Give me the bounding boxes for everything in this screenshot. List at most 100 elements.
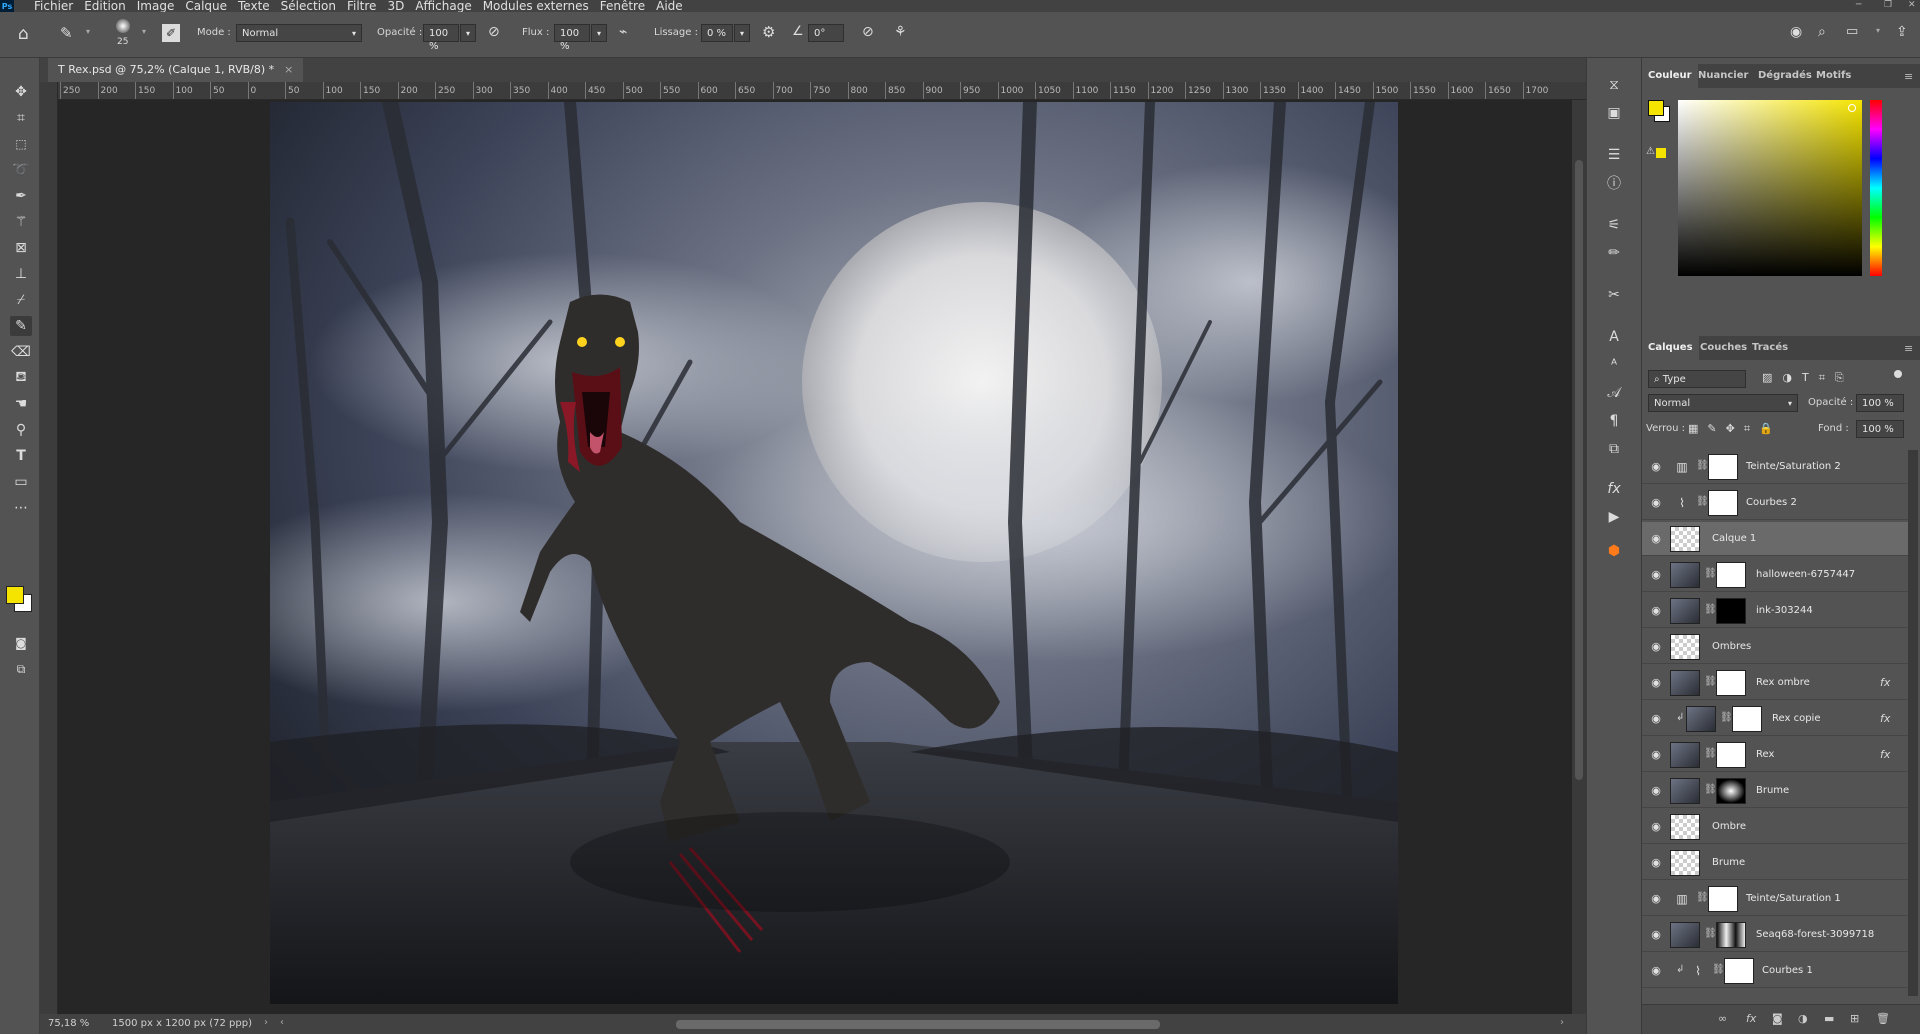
adjustments-icon[interactable]: ☰	[1603, 144, 1625, 166]
folder-icon[interactable]: ▬	[1824, 1012, 1834, 1025]
play-icon[interactable]: ▶	[1603, 506, 1625, 528]
visibility-eye-icon[interactable]: ◉	[1649, 604, 1663, 618]
mask-thumbnail[interactable]	[1732, 706, 1762, 732]
layer-thumbnail[interactable]	[1686, 706, 1716, 732]
layer-thumbnail[interactable]	[1670, 670, 1700, 696]
menu-aide[interactable]: Aide	[656, 0, 683, 12]
tool-presets-icon[interactable]: ✂	[1603, 284, 1625, 306]
layer-row[interactable]: ◉ ↲ ⌇ ⛓ Courbes 1	[1642, 954, 1908, 988]
zoom-level[interactable]: 75,18 %	[48, 1018, 89, 1029]
chevron-down-icon[interactable]: ▾	[460, 24, 476, 42]
document-canvas[interactable]	[270, 102, 1398, 1004]
layer-filter-icons[interactable]: ▨◑T⌗⎘	[1762, 371, 1854, 385]
visibility-eye-icon[interactable]: ◉	[1649, 784, 1663, 798]
close-icon[interactable]: ✕	[1908, 0, 1916, 10]
tab-couleur[interactable]: Couleur	[1642, 64, 1698, 88]
layer-row[interactable]: ◉ Ombres	[1642, 630, 1908, 664]
link-icon[interactable]: ⛓	[1720, 712, 1733, 723]
visibility-eye-icon[interactable]: ◉	[1649, 964, 1663, 978]
adjustment-layer-icon[interactable]: ◑	[1798, 1012, 1808, 1025]
layer-name[interactable]: Courbes 2	[1746, 486, 1797, 520]
visibility-eye-icon[interactable]: ◉	[1649, 568, 1663, 582]
chevron-down-icon[interactable]: ▾	[734, 24, 750, 42]
chevron-down-icon[interactable]: ▾	[591, 24, 607, 42]
visibility-eye-icon[interactable]: ◉	[1649, 460, 1663, 474]
scrollbar-thumb[interactable]	[1575, 160, 1583, 780]
layer-row[interactable]: ◉ Ombre	[1642, 810, 1908, 844]
color-picker-marker[interactable]	[1848, 104, 1856, 112]
mask-thumbnail[interactable]	[1716, 742, 1746, 768]
hue-slider[interactable]	[1870, 100, 1882, 276]
link-icon[interactable]: ⛓	[1704, 928, 1717, 939]
panel-menu-icon[interactable]: ≡	[1904, 70, 1913, 83]
link-icon[interactable]: ⛓	[1704, 748, 1717, 759]
layer-fx-badge[interactable]: fx	[1880, 702, 1890, 736]
document-tab[interactable]: T Rex.psd @ 75,2% (Calque 1, RVB/8) * ×	[48, 58, 304, 82]
layer-thumbnail[interactable]	[1670, 742, 1700, 768]
layer-name[interactable]: Ombres	[1712, 630, 1751, 664]
close-tab-icon[interactable]: ×	[284, 63, 293, 76]
tab-calques[interactable]: Calques	[1642, 336, 1699, 360]
layer-thumbnail[interactable]	[1670, 598, 1700, 624]
paragraph-styles-icon[interactable]: ⧉	[1603, 438, 1625, 460]
character-icon[interactable]: A	[1603, 326, 1625, 348]
gear-icon[interactable]: ⚙	[762, 23, 775, 41]
layer-row[interactable]: ◉ ▥ ⛓ Teinte/Saturation 2	[1642, 450, 1908, 484]
trash-icon[interactable]: 🗑	[1876, 1012, 1890, 1025]
fx-icon[interactable]: fx	[1746, 1012, 1756, 1025]
eyedropper-icon[interactable]: ⌿	[10, 290, 32, 310]
mask-thumbnail[interactable]	[1708, 490, 1738, 516]
horizontal-scrollbar-thumb[interactable]	[676, 1020, 1160, 1029]
brush-preset-icon[interactable]: ✎	[60, 24, 73, 42]
chevron-left-icon[interactable]: ‹	[280, 1017, 284, 1028]
glyphs-icon[interactable]: 𝒜	[1603, 382, 1625, 404]
menu-modules-externes[interactable]: Modules externes	[483, 0, 589, 12]
tab-degrades[interactable]: Dégradés	[1752, 64, 1818, 88]
layer-thumbnail[interactable]	[1670, 526, 1700, 552]
menu-affichage[interactable]: Affichage	[415, 0, 471, 12]
color-field[interactable]	[1678, 100, 1862, 276]
link-icon[interactable]: ⛓	[1696, 892, 1709, 903]
character-styles-icon[interactable]: ᴬ	[1603, 354, 1625, 376]
mask-thumbnail[interactable]	[1716, 670, 1746, 696]
mask-thumbnail[interactable]	[1708, 454, 1738, 480]
layer-fx-badge[interactable]: fx	[1880, 738, 1890, 772]
magic-wand-icon[interactable]: ⚚	[10, 212, 32, 232]
menu-3d[interactable]: 3D	[387, 0, 404, 12]
gamut-swatch[interactable]	[1656, 148, 1666, 158]
menu-selection[interactable]: Sélection	[281, 0, 336, 12]
blend-mode-select[interactable]: Normal ▾	[1648, 394, 1798, 412]
angle-field[interactable]: 0°	[808, 24, 844, 42]
menu-image[interactable]: Image	[137, 0, 175, 12]
quick-mask-icon[interactable]: ◙	[10, 633, 32, 653]
panel-menu-icon[interactable]: ≡	[1904, 342, 1913, 355]
smudge-tool-icon[interactable]: ☚	[10, 394, 32, 414]
search-icon[interactable]: ⌕	[1818, 24, 1826, 40]
opacity-field[interactable]: 100 %	[423, 24, 459, 52]
layer-name[interactable]: halloween-6757447	[1756, 558, 1855, 592]
actions-icon[interactable]: ▣	[1603, 102, 1625, 124]
workspace-icon[interactable]: ▭	[1846, 24, 1858, 39]
layer-name[interactable]: Teinte/Saturation 1	[1746, 882, 1841, 916]
layer-name[interactable]: ink-303244	[1756, 594, 1813, 628]
link-icon[interactable]: ⛓	[1704, 568, 1717, 579]
brush-settings-icon[interactable]: ✐	[162, 24, 180, 42]
menu-texte[interactable]: Texte	[238, 0, 270, 12]
layer-thumbnail[interactable]	[1670, 850, 1700, 876]
visibility-eye-icon[interactable]: ◉	[1649, 640, 1663, 654]
foreground-color-swatch-top[interactable]	[6, 586, 24, 604]
screen-mode-icon[interactable]: ⧉	[10, 659, 32, 679]
tab-motifs[interactable]: Motifs	[1810, 64, 1857, 88]
mask-thumbnail[interactable]	[1716, 562, 1746, 588]
layers-scrollbar[interactable]	[1908, 450, 1918, 996]
mask-thumbnail[interactable]	[1724, 958, 1754, 984]
visibility-eye-icon[interactable]: ◉	[1649, 712, 1663, 726]
menu-filtre[interactable]: Filtre	[347, 0, 376, 12]
tab-couches[interactable]: Couches	[1694, 336, 1753, 360]
chevron-right-icon[interactable]: ›	[264, 1017, 268, 1028]
tab-nuancier[interactable]: Nuancier	[1692, 64, 1754, 88]
link-icon[interactable]: ∞	[1718, 1012, 1727, 1025]
visibility-eye-icon[interactable]: ◉	[1649, 748, 1663, 762]
layer-filter-select[interactable]: ⌕ Type	[1648, 370, 1746, 388]
home-icon[interactable]: ⌂	[18, 24, 29, 44]
